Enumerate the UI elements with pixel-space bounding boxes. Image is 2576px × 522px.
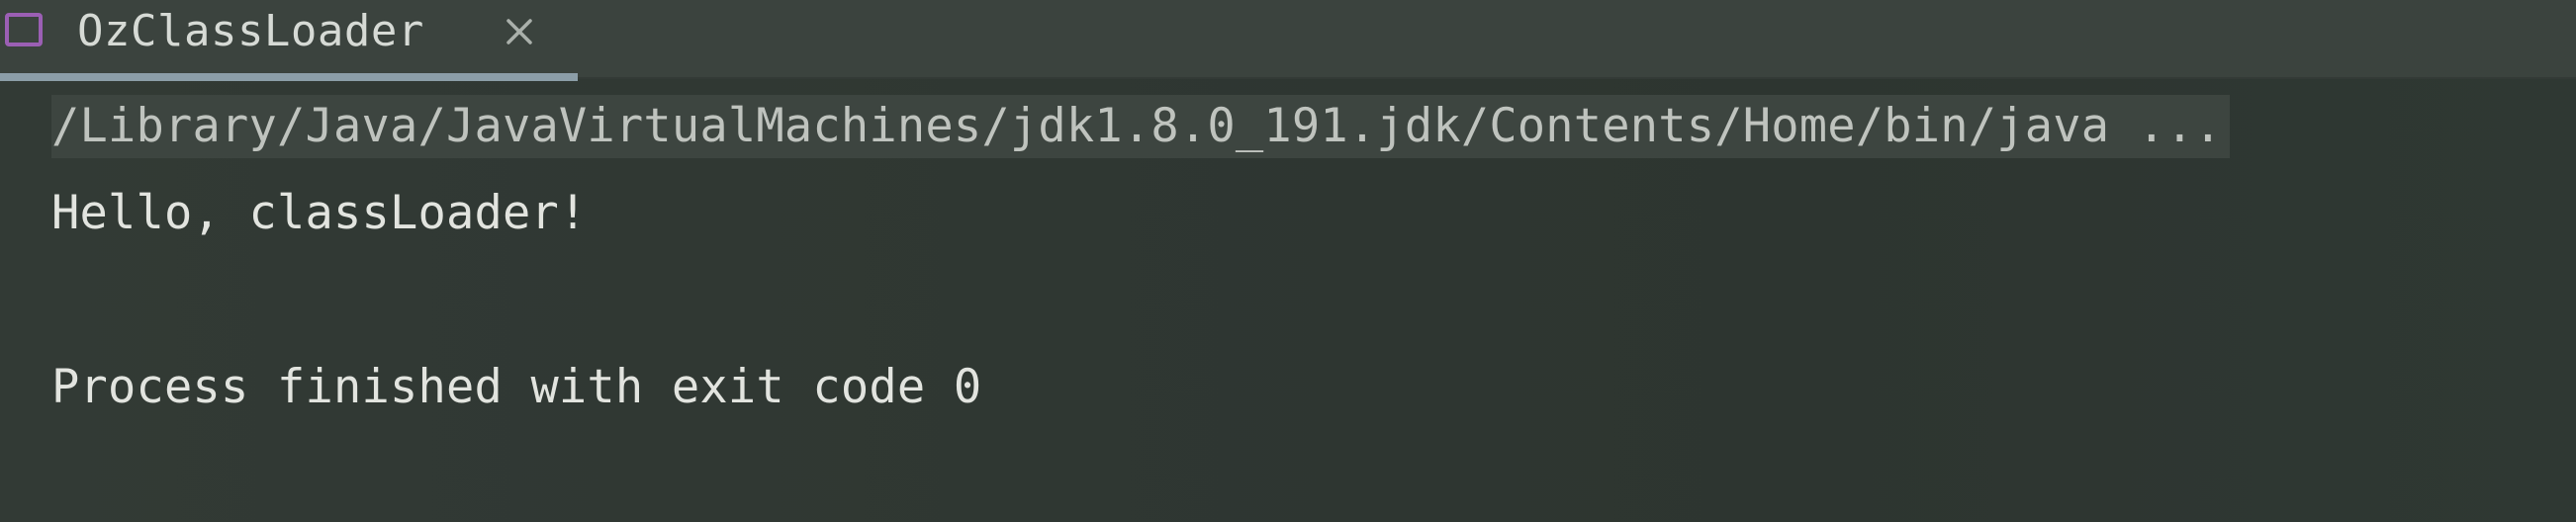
command-line[interactable]: /Library/Java/JavaVirtualMachines/jdk1.8… bbox=[51, 95, 2231, 158]
run-console-window: OzClassLoader /Library/Java/JavaVirtualM… bbox=[0, 0, 2576, 522]
console-window-icon bbox=[5, 13, 43, 46]
tab-label: OzClassLoader bbox=[77, 6, 424, 56]
close-icon[interactable] bbox=[503, 12, 536, 49]
process-exit-line: Process finished with exit code 0 bbox=[51, 360, 982, 414]
console-output[interactable]: /Library/Java/JavaVirtualMachines/jdk1.8… bbox=[0, 79, 2576, 522]
tab-ozclassloader[interactable]: OzClassLoader bbox=[0, 0, 578, 81]
tab-bar: OzClassLoader bbox=[0, 0, 2576, 81]
output-line: Hello, classLoader! bbox=[51, 186, 588, 240]
